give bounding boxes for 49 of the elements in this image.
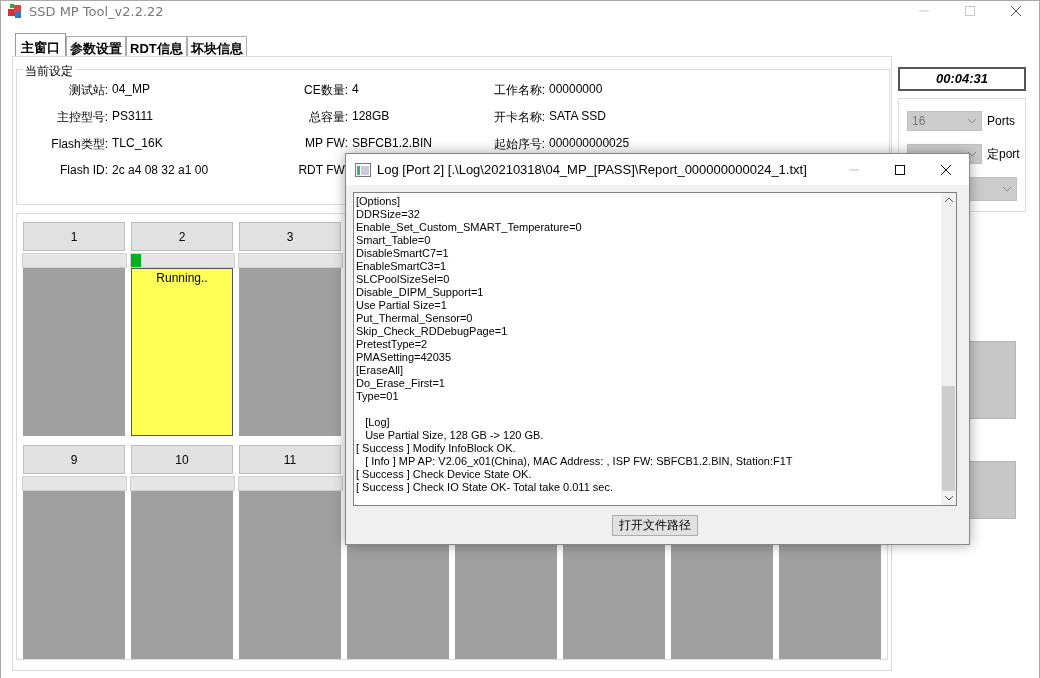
field-value: 2c a4 08 32 a1 00 xyxy=(111,163,210,179)
port-header[interactable]: 10 xyxy=(131,445,233,474)
field-label: 起始序号: xyxy=(492,136,546,153)
field-label: Flash类型: xyxy=(50,136,109,153)
field-value: 04_MP xyxy=(111,82,152,98)
field-label: MP FW: xyxy=(304,136,349,152)
log-textbox[interactable] xyxy=(353,192,957,506)
port-header[interactable]: 1 xyxy=(23,222,125,251)
field-value: SATA SSD xyxy=(548,109,607,125)
dialog-title: Log [Port 2] [.\Log\20210318\04_MP_[PASS]\Report_000000000024_1.txt] xyxy=(377,162,807,177)
field-label: 主控型号: xyxy=(55,109,109,126)
tab[interactable]: 参数设置 xyxy=(66,36,126,56)
status-text: Running.. xyxy=(156,271,208,285)
window-title: SSD MP Tool_v2.2.22 xyxy=(29,3,164,19)
field-value: SBFCB1.2.BIN xyxy=(351,136,434,152)
port-header[interactable]: 11 xyxy=(239,445,341,474)
field-label: 总容量: xyxy=(307,109,349,126)
field-label: CE数量: xyxy=(303,82,349,99)
field-value: 128GB xyxy=(351,109,391,125)
port-header[interactable]: 3 xyxy=(239,222,341,251)
dropdown-label: 定port xyxy=(987,145,1020,163)
log-text: [Options] DDRSize=32 Enable_Set_Custom_SMART_Temperature=0 Smart_Table=0 DisableSmartC7=1 EnableSmartC3=1 SLCPoolSizeSel=0 Disable_DIPM_Support=1 Use Partial Size=1 Put_Thermal_Sensor=0 Skip_Check_RDDebugPage=1 PretestType=2 PMASetting=42035 [EraseAll] Do_Erase_First=1 Type=01 [Log] Use Partial Size, 128 GB -> 120 GB. [ Success ] Modify InfoBlock OK. [ Info ] MP AP: V2.06_x01(China), MAC Address: , ISP FW: SBFCB1.2.BIN, Station:F1T [ Success ] Check Device State OK. [ Success ] Check IO State OK- Total take 0.011 sec. xyxy=(355,194,794,495)
open-path-button[interactable]: 打开文件路径 xyxy=(612,515,698,536)
field-label: 开卡名称: xyxy=(492,109,546,126)
tab[interactable]: 坏块信息 xyxy=(186,36,247,56)
chevron-down-icon xyxy=(967,118,977,124)
scroll-up-icon[interactable] xyxy=(943,197,954,203)
field-label: Flash ID: xyxy=(59,163,109,179)
field-value: 00000000 xyxy=(548,82,604,98)
tab[interactable]: 主窗口 xyxy=(15,33,66,56)
field-value: PS3111 xyxy=(111,109,154,125)
field-label: 工作名称: xyxy=(492,82,546,99)
scrollbar[interactable] xyxy=(941,193,956,505)
field-label: 测试站: xyxy=(67,82,109,99)
tab[interactable]: RDT信息 xyxy=(126,36,187,56)
cubes-icon xyxy=(7,3,23,19)
field-value: 4 xyxy=(351,82,360,98)
scroll-down-icon[interactable] xyxy=(943,495,954,501)
port-header[interactable]: 2 xyxy=(131,222,233,251)
chevron-down-icon xyxy=(1002,186,1012,192)
group-title: 当前设定 xyxy=(23,63,75,80)
field-value: TLC_16K xyxy=(111,136,164,152)
field-value: 000000000025 xyxy=(548,136,631,152)
timer-display: 00:04:31 xyxy=(898,67,1026,91)
field-label: RDT FW: xyxy=(297,163,349,179)
port-header[interactable]: 9 xyxy=(23,445,125,474)
scroll-thumb[interactable] xyxy=(942,386,955,491)
dropdown-label: Ports xyxy=(987,114,1015,128)
window-icon xyxy=(355,162,371,177)
